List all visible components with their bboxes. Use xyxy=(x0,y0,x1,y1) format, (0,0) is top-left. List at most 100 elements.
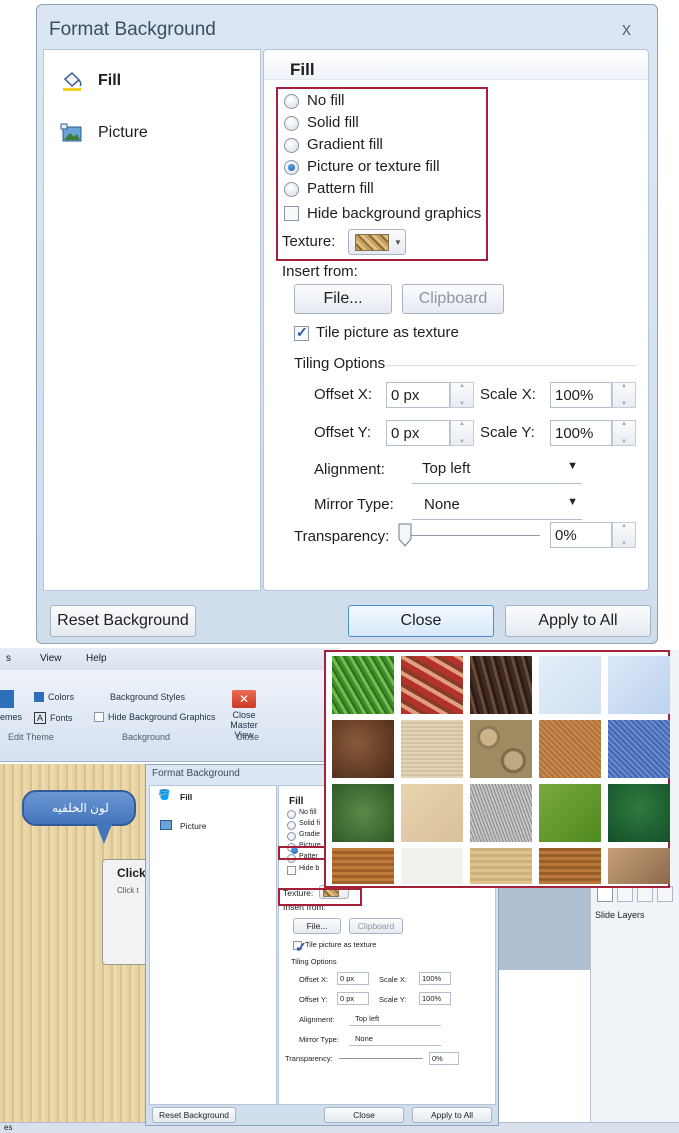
close-master-view-icon[interactable]: ✕ xyxy=(232,690,256,708)
scale-x-input[interactable]: 100% xyxy=(550,382,612,408)
small-offset-y-input[interactable]: 0 px xyxy=(337,992,369,1005)
callout-shape[interactable]: لون الخلفيه xyxy=(22,790,136,826)
small-tile-texture-checkbox[interactable] xyxy=(293,939,307,956)
small-transparency-slider[interactable] xyxy=(339,1058,423,1059)
transparency-slider-track[interactable] xyxy=(400,535,540,536)
menu-bar: s View Help xyxy=(0,648,340,670)
offset-x-input[interactable]: 0 px xyxy=(386,382,450,408)
hide-bg-graphics-checkbox[interactable] xyxy=(94,712,104,722)
small-apply-to-all-button[interactable]: Apply to All xyxy=(412,1107,492,1123)
texture-blue-tissue[interactable] xyxy=(608,656,670,714)
small-alignment-select[interactable]: Top left xyxy=(349,1012,441,1026)
menu-item-help[interactable]: Help xyxy=(86,653,107,664)
mirror-type-select[interactable]: None ▼ xyxy=(412,492,582,520)
texture-river-pebbles[interactable] xyxy=(470,720,532,778)
small-transparency-input[interactable]: 0% xyxy=(429,1052,459,1065)
placeholder-title: Click xyxy=(117,866,146,880)
small-scale-x-value: 100% xyxy=(422,974,442,983)
texture-canvas[interactable] xyxy=(401,720,463,778)
clipboard-button[interactable]: Clipboard xyxy=(402,284,504,314)
nav-item-fill[interactable]: Fill xyxy=(44,62,260,100)
delete-layer-icon[interactable] xyxy=(657,886,673,902)
menu-item-view[interactable]: View xyxy=(40,653,62,664)
offset-x-spinner[interactable] xyxy=(450,382,474,408)
scale-y-input[interactable]: 100% xyxy=(550,420,612,446)
tile-texture-checkbox[interactable] xyxy=(294,324,309,341)
texture-cork[interactable] xyxy=(539,720,601,778)
texture-crumpled-paper[interactable] xyxy=(608,848,670,884)
small-radio-no-fill[interactable] xyxy=(287,810,296,819)
texture-dark-bark[interactable] xyxy=(470,656,532,714)
transparency-slider-thumb[interactable] xyxy=(398,523,412,547)
texture-autumn-leaves[interactable] xyxy=(401,656,463,714)
radio-gradient-fill[interactable] xyxy=(284,138,299,153)
radio-pattern-fill[interactable] xyxy=(284,182,299,197)
small-offset-x-input[interactable]: 0 px xyxy=(337,972,369,985)
fonts-button[interactable]: Fonts xyxy=(50,713,73,723)
close-icon[interactable]: x xyxy=(622,19,631,40)
mirror-type-label: Mirror Type: xyxy=(314,496,394,513)
close-button[interactable]: Close xyxy=(348,605,494,637)
nav-item-picture[interactable]: Picture xyxy=(44,114,260,152)
themes-icon[interactable] xyxy=(0,690,14,708)
apply-to-all-button[interactable]: Apply to All xyxy=(505,605,651,637)
small-nav-item-picture[interactable]: Picture xyxy=(180,821,206,831)
small-nav-item-fill[interactable]: Fill xyxy=(180,792,192,802)
texture-green-paper[interactable] xyxy=(539,784,601,842)
texture-fossil[interactable] xyxy=(401,784,463,842)
texture-dropdown[interactable]: ▼ xyxy=(348,229,406,255)
offset-y-value: 0 px xyxy=(391,425,420,442)
texture-brown-leather[interactable] xyxy=(332,720,394,778)
small-radio-gradient-fill[interactable] xyxy=(287,832,296,841)
menu-item-partial[interactable]: s xyxy=(6,653,11,664)
texture-green-marble[interactable] xyxy=(332,784,394,842)
radio-picture-fill[interactable] xyxy=(284,160,299,175)
hide-graphics-checkbox[interactable] xyxy=(284,206,299,221)
offset-y-input[interactable]: 0 px xyxy=(386,420,450,446)
small-scale-y-input[interactable]: 100% xyxy=(419,992,451,1005)
small-mirror-type-label: Mirror Type: xyxy=(299,1035,339,1044)
radio-solid-fill[interactable] xyxy=(284,116,299,131)
small-hide-graphics-checkbox[interactable] xyxy=(287,866,296,875)
file-button[interactable]: File... xyxy=(294,284,392,314)
scale-y-spinner[interactable] xyxy=(612,420,636,446)
small-file-button[interactable]: File... xyxy=(293,918,341,934)
fill-section-header: Fill xyxy=(264,54,648,80)
radio-no-fill[interactable] xyxy=(284,94,299,109)
scale-y-value: 100% xyxy=(555,425,594,442)
small-mirror-type-value: None xyxy=(355,1034,373,1043)
small-offset-y-value: 0 px xyxy=(340,994,355,1003)
texture-blue-denim[interactable] xyxy=(608,720,670,778)
small-mirror-type-select[interactable]: None xyxy=(349,1032,441,1046)
reset-background-button[interactable]: Reset Background xyxy=(50,605,196,637)
copy-layer-icon[interactable] xyxy=(637,886,653,902)
new-layer-icon[interactable] xyxy=(597,886,613,902)
scale-x-spinner[interactable] xyxy=(612,382,636,408)
themes-label[interactable]: emes xyxy=(0,712,22,722)
small-reset-background-button[interactable]: Reset Background xyxy=(152,1107,236,1123)
small-radio-solid-fill[interactable] xyxy=(287,821,296,830)
texture-medium-wood[interactable] xyxy=(539,848,601,884)
transparency-input[interactable]: 0% xyxy=(550,522,612,548)
offset-y-spinner[interactable] xyxy=(450,420,474,446)
texture-wood[interactable] xyxy=(332,848,394,884)
texture-granite[interactable] xyxy=(470,784,532,842)
background-styles-button[interactable]: Background Styles xyxy=(110,692,185,702)
small-scale-x-input[interactable]: 100% xyxy=(419,972,451,985)
transparency-spinner[interactable] xyxy=(612,522,636,548)
texture-dark-green-marble[interactable] xyxy=(608,784,670,842)
texture-pale-blue-paper[interactable] xyxy=(539,656,601,714)
tile-texture-label: Tile picture as texture xyxy=(316,324,459,341)
small-close-button[interactable]: Close xyxy=(324,1107,404,1123)
alignment-select[interactable]: Top left ▼ xyxy=(412,456,582,484)
colors-button[interactable]: Colors xyxy=(48,692,74,702)
scale-x-label: Scale X: xyxy=(480,386,536,403)
small-clipboard-button[interactable]: Clipboard xyxy=(349,918,403,934)
small-fill-title: Fill xyxy=(289,796,304,807)
texture-light-wood[interactable] xyxy=(470,848,532,884)
small-scale-y-label: Scale Y: xyxy=(379,995,407,1004)
texture-green-grass[interactable] xyxy=(332,656,394,714)
callout-tail xyxy=(96,824,112,844)
edit-layer-icon[interactable] xyxy=(617,886,633,902)
texture-white-linen[interactable] xyxy=(401,848,463,884)
